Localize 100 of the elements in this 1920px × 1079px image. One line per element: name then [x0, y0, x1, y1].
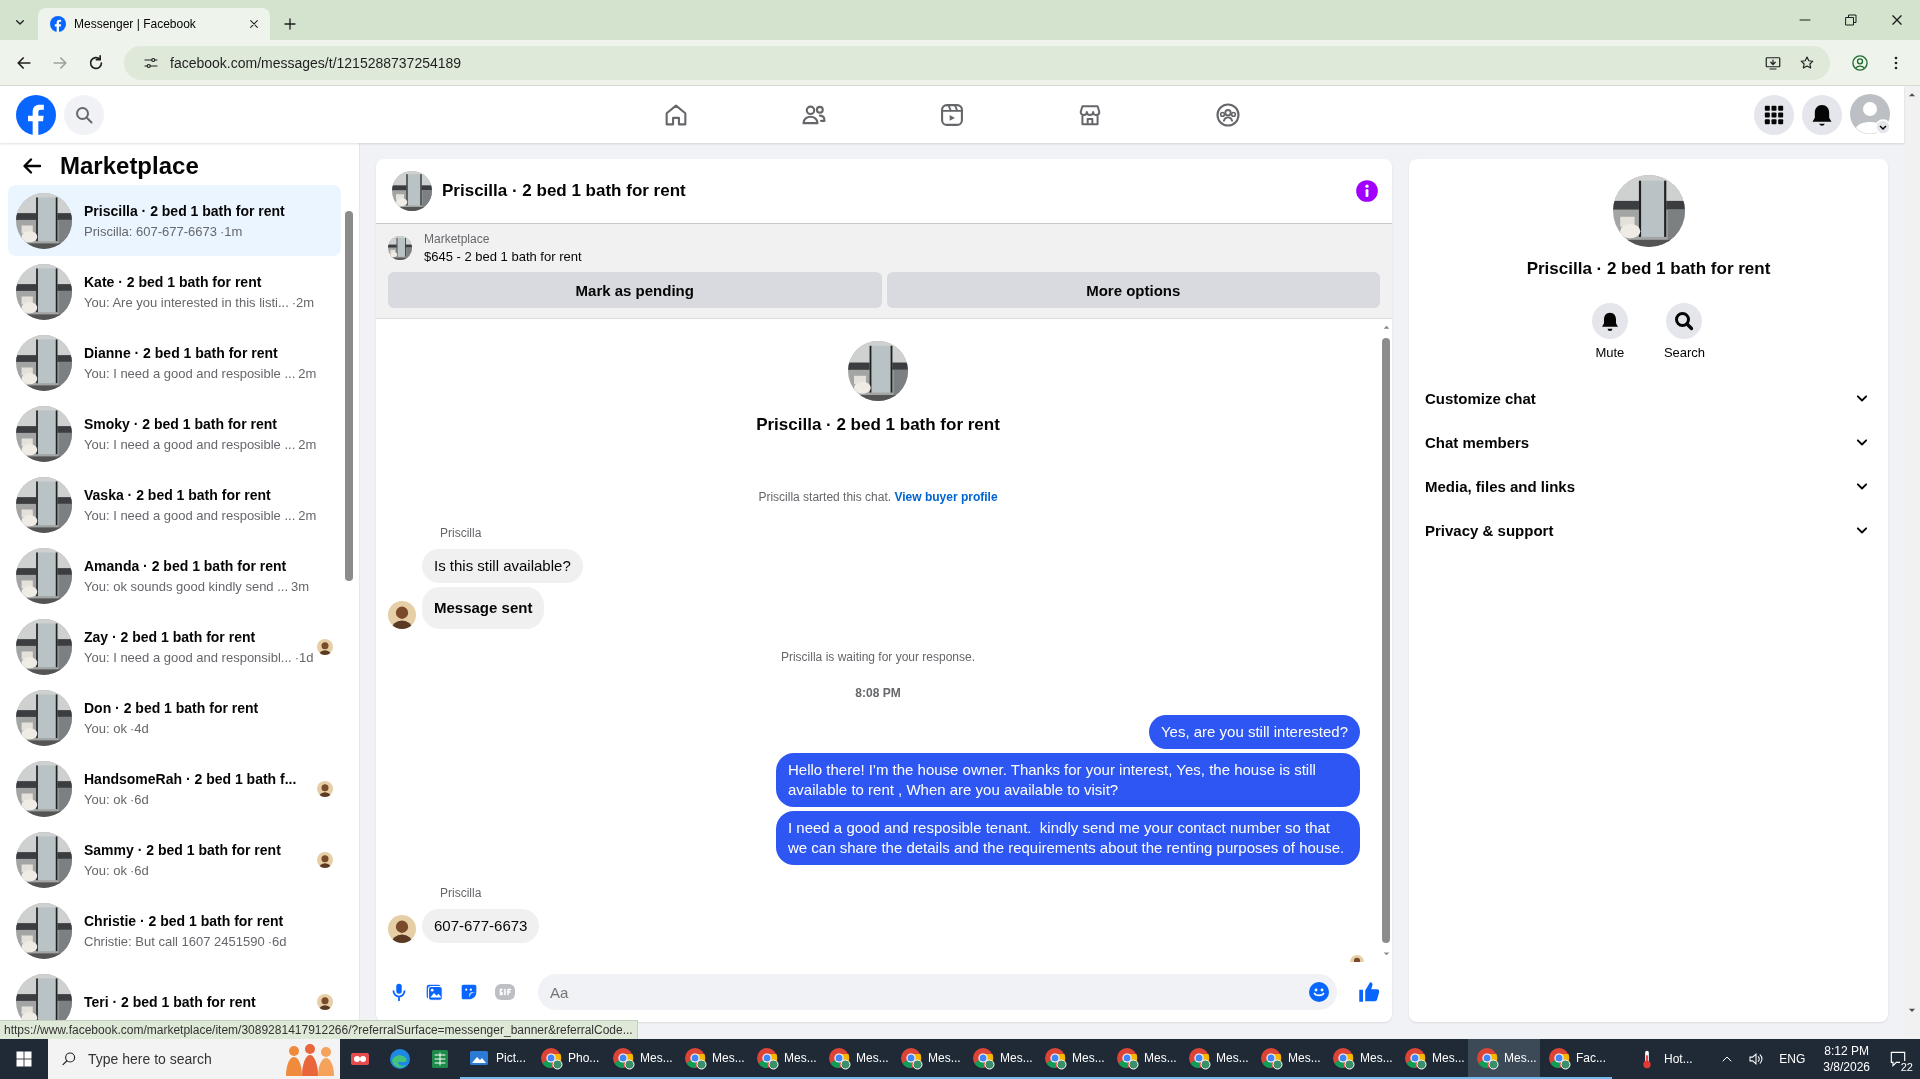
- notifications-icon[interactable]: [1802, 94, 1842, 135]
- scroll-down-icon[interactable]: [1381, 949, 1391, 958]
- conversation-item[interactable]: HandsomeRah · 2 bed 1 bath f... You: ok ·6d: [8, 753, 341, 824]
- timestamp: 8:08 PM: [855, 686, 901, 700]
- conversation-name: Priscilla · 2 bed 1 bath for rent: [84, 202, 286, 220]
- message-preview: You: I need a good and responsibl...: [84, 650, 292, 665]
- clock[interactable]: 8:12 PM 3/8/2026: [1813, 1039, 1880, 1079]
- taskbar-app[interactable]: Mes...: [604, 1039, 676, 1079]
- section-row[interactable]: Media, files and links: [1409, 464, 1888, 508]
- system-message: Priscilla is waiting for your response.: [780, 650, 976, 664]
- browser-icon: [1403, 1046, 1427, 1070]
- taskbar-app[interactable]: Mes...: [1252, 1039, 1324, 1079]
- scrollbar-thumb[interactable]: [345, 211, 353, 581]
- search-icon[interactable]: [64, 94, 104, 135]
- bell-icon: [1591, 303, 1628, 339]
- message-time: 2m: [298, 366, 317, 381]
- conversation-item[interactable]: Zay · 2 bed 1 bath for rent You: I need a good and responsibl... ·1d: [8, 611, 341, 682]
- message-time: ·2m: [291, 295, 315, 310]
- address-bar[interactable]: facebook.com/messages/t/1215288737254189: [124, 45, 1830, 80]
- message-preview: You: ok: [84, 792, 127, 807]
- taskbar-app[interactable]: Fac...: [1540, 1039, 1612, 1079]
- browser-icon: [971, 1046, 995, 1070]
- tab-favicon: [50, 16, 66, 32]
- taskbar-app[interactable]: Mes...: [964, 1039, 1036, 1079]
- message-field[interactable]: Aa: [538, 974, 1337, 1010]
- message-preview: You: I need a good and resposible ...: [84, 437, 296, 452]
- conversation-item[interactable]: Amanda · 2 bed 1 bath for rent You: ok sounds good kindly send ... 3m: [8, 540, 341, 611]
- scroll-up-icon[interactable]: [1381, 323, 1391, 332]
- taskbar-app[interactable]: Pict...: [460, 1039, 532, 1079]
- language-indicator[interactable]: ENG: [1771, 1052, 1814, 1066]
- conversation-item[interactable]: Don · 2 bed 1 bath for rent You: ok ·4d: [8, 682, 341, 753]
- section-row[interactable]: Chat members: [1409, 420, 1888, 464]
- taskbar-app[interactable]: Mes...: [1036, 1039, 1108, 1079]
- emoji-icon[interactable]: [1307, 980, 1331, 1004]
- browser-icon: [683, 1046, 707, 1070]
- scrollbar-thumb[interactable]: [1382, 338, 1390, 943]
- message-time: ·6d: [129, 863, 149, 878]
- chat-title: Priscilla · 2 bed 1 bath for rent: [442, 181, 686, 201]
- browser-icon: [1187, 1046, 1211, 1070]
- thumbs-up-icon[interactable]: [1356, 979, 1382, 1005]
- browser-icon: [827, 1046, 851, 1070]
- info-icon[interactable]: [1354, 178, 1380, 204]
- chat-name: Priscilla · 2 bed 1 bath for rent: [756, 415, 1000, 435]
- taskbar-app[interactable]: Mes...: [676, 1039, 748, 1079]
- taskbar-app[interactable]: Mes...: [748, 1039, 820, 1079]
- browser-tab[interactable]: Messenger | Facebook: [38, 8, 270, 40]
- search-button[interactable]: Search: [1663, 303, 1706, 360]
- taskbar-app[interactable]: Pho...: [532, 1039, 604, 1079]
- message-bubble: Yes, are you still interested?: [1148, 715, 1360, 749]
- conversation-name: Amanda · 2 bed 1 bath for rent: [84, 557, 288, 575]
- conversation-name: Kate · 2 bed 1 bath for rent: [84, 273, 263, 291]
- conversation-item[interactable]: Dianne · 2 bed 1 bath for rent You: I need a good and resposible ... 2m: [8, 327, 341, 398]
- taskbar-app[interactable]: Mes...: [1324, 1039, 1396, 1079]
- conversation-item[interactable]: Vaska · 2 bed 1 bath for rent You: I need a good and resposible ... 2m: [8, 469, 341, 540]
- listing-button[interactable]: Mark as pending: [388, 272, 882, 308]
- search-icon: [60, 1050, 78, 1068]
- search-icon: [1666, 303, 1703, 339]
- section-row[interactable]: Customize chat: [1409, 376, 1888, 420]
- logo[interactable]: [16, 94, 56, 135]
- message-preview: You: ok: [84, 721, 127, 736]
- profile-link[interactable]: View buyer profile: [894, 490, 998, 504]
- menu-grid-icon[interactable]: [1754, 94, 1794, 135]
- conversation-item[interactable]: Priscilla · 2 bed 1 bath for rent Priscilla: 607-677-6673 ·1m: [8, 185, 341, 256]
- chat-name: Priscilla · 2 bed 1 bath for rent: [1526, 259, 1771, 279]
- browser-icon: [899, 1046, 923, 1070]
- listing-title: $645 - 2 bed 1 bath for rent: [424, 249, 582, 264]
- weather-widget[interactable]: Hot...: [1612, 1039, 1703, 1079]
- message-preview: Christie: But call 1607 2451590: [84, 934, 265, 949]
- message-time: ·1d: [294, 650, 314, 665]
- taskbar-app[interactable]: Mes...: [1180, 1039, 1252, 1079]
- section-row[interactable]: Privacy & support: [1409, 508, 1888, 552]
- message-preview: Priscilla: 607-677-6673: [84, 224, 217, 239]
- listing-label: Marketplace: [424, 232, 491, 246]
- conversation-item[interactable]: Smoky · 2 bed 1 bath for rent You: I need a good and resposible ... 2m: [8, 398, 341, 469]
- browser-icon: [1547, 1046, 1571, 1070]
- conversation-name: Don · 2 bed 1 bath for rent: [84, 699, 260, 717]
- conversation-item[interactable]: Christie · 2 bed 1 bath for rent Christie: But call 1607 2451590 ·6d: [8, 895, 341, 966]
- message-time: 2m: [298, 508, 317, 523]
- taskbar-app[interactable]: Mes...: [820, 1039, 892, 1079]
- sender-name: Priscilla: [440, 886, 482, 900]
- message-time: ·6d: [267, 934, 287, 949]
- taskbar-app[interactable]: Mes...: [1468, 1039, 1540, 1079]
- conversation-name: Zay · 2 bed 1 bath for rent: [84, 628, 257, 646]
- message-bubble: 607-677-6673: [422, 909, 540, 943]
- browser-icon: [1259, 1046, 1283, 1070]
- conversation-name: Dianne · 2 bed 1 bath for rent: [84, 344, 279, 362]
- taskbar-app[interactable]: Mes...: [892, 1039, 964, 1079]
- system-message: Priscilla started this chat. View buyer profile: [758, 490, 998, 504]
- notification-center[interactable]: 22: [1880, 1039, 1920, 1079]
- mute-button[interactable]: Mute: [1591, 303, 1628, 360]
- listing-button[interactable]: More options: [886, 272, 1380, 308]
- message-time: 2m: [298, 437, 317, 452]
- browser-icon: [1115, 1046, 1139, 1070]
- taskbar-app[interactable]: Mes...: [1108, 1039, 1180, 1079]
- conversation-item[interactable]: Kate · 2 bed 1 bath for rent You: Are you interested in this listi... ·2m: [8, 256, 341, 327]
- conversation-item[interactable]: Sammy · 2 bed 1 bath for rent You: ok ·6d: [8, 824, 341, 895]
- conversation-name: Smoky · 2 bed 1 bath for rent: [84, 415, 278, 433]
- scrollbar[interactable]: [1904, 86, 1920, 1039]
- browser-icon: [1475, 1046, 1499, 1070]
- search-field[interactable]: Type here to search: [48, 1039, 340, 1079]
